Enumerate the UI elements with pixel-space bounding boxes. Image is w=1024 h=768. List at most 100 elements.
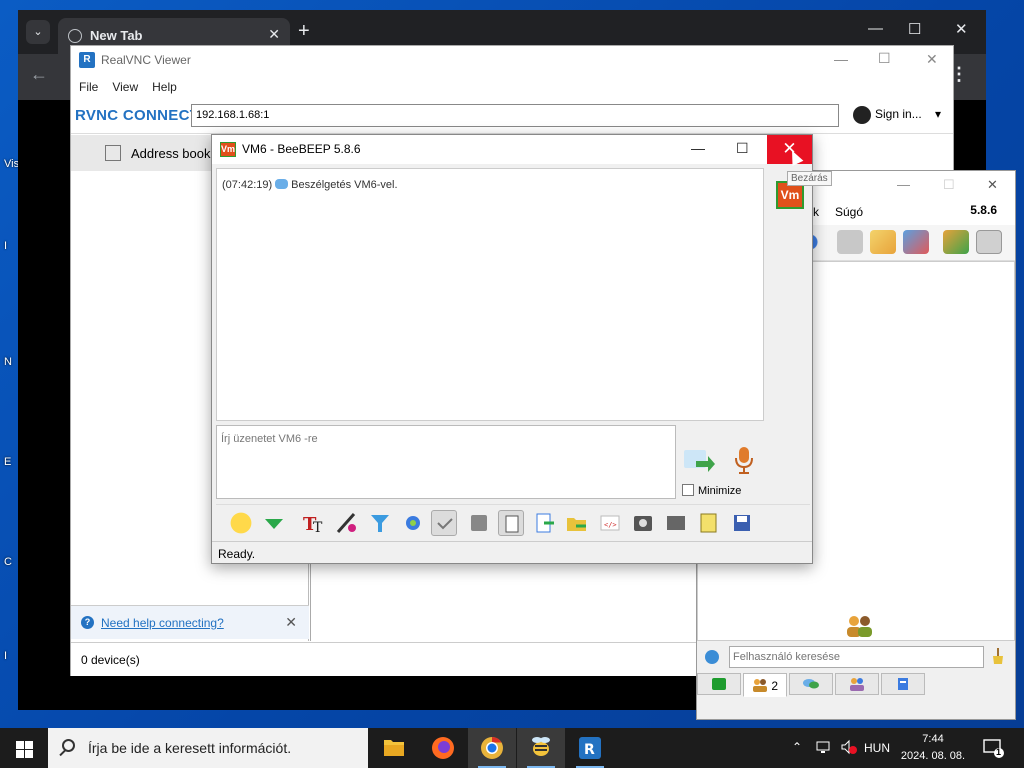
clock-date: 2024. 08. 08. (900, 750, 966, 762)
tools-icon[interactable] (903, 230, 929, 254)
minimize-checkbox[interactable] (682, 484, 694, 496)
vnc-address-bar: RVNC CONNECT 192.168.1.68:1 Sign in... ▾ (71, 98, 953, 134)
firefox-taskbar-icon[interactable] (419, 728, 467, 768)
taskbar-search-placeholder: Írja be ide a keresett információt. (88, 740, 292, 756)
send-icon[interactable] (682, 447, 716, 475)
tab-files[interactable] (881, 673, 925, 695)
beebeep-close-button[interactable]: ✕ (987, 177, 998, 193)
clock-time: 7:44 (922, 733, 944, 745)
users-count: 2 (771, 679, 779, 693)
menu-help[interactable]: Súgó (835, 205, 863, 219)
folder-icon[interactable] (837, 230, 863, 254)
save-chat-icon[interactable] (729, 510, 755, 536)
menu-help[interactable]: Help (152, 76, 177, 98)
user-search-input[interactable] (729, 646, 984, 668)
start-button[interactable] (0, 728, 48, 768)
file-explorer-taskbar-icon[interactable] (370, 728, 418, 768)
code-icon[interactable]: </> (597, 510, 623, 536)
chat-bubble-icon (275, 179, 289, 189)
address-book-label: Address book (131, 146, 211, 161)
browser-maximize-button[interactable]: ☐ (908, 20, 921, 38)
clear-chat-icon[interactable] (663, 510, 689, 536)
vnc-close-button[interactable]: ✕ (926, 51, 938, 68)
clear-search-icon[interactable] (991, 648, 1005, 664)
color-picker-icon[interactable] (334, 510, 360, 536)
desktop-icon-label[interactable]: I (4, 650, 7, 662)
check-toggle-icon[interactable] (431, 510, 457, 536)
tab-search-dropdown[interactable]: ⌄ (26, 20, 50, 44)
desktop-icon-label[interactable]: E (4, 456, 11, 468)
new-tab-button[interactable]: + (298, 21, 310, 41)
desktop-icon-label[interactable]: I (4, 240, 7, 252)
note-toggle-icon[interactable] (498, 510, 524, 536)
svg-text:T: T (313, 520, 323, 536)
beebeep-maximize-button[interactable]: ☐ (943, 177, 955, 193)
vnc-minimize-button[interactable]: — (834, 51, 848, 67)
tab-groups[interactable] (835, 673, 879, 695)
chat-maximize-button[interactable]: ☐ (736, 140, 749, 157)
vnc-address-input[interactable]: 192.168.1.68:1 (191, 104, 839, 127)
beebeep-minimize-button[interactable]: — (897, 177, 910, 192)
emoticon-icon[interactable] (228, 510, 254, 536)
notes-icon[interactable] (696, 510, 722, 536)
sign-in-button[interactable]: Sign in... ▾ (853, 106, 941, 124)
gear-icon[interactable] (705, 650, 719, 664)
vnc-menubar: File View Help (71, 76, 953, 98)
font-icon[interactable]: TT (301, 510, 327, 536)
realvnc-logo-icon: R (79, 52, 95, 68)
language-indicator[interactable]: HUN (864, 741, 890, 768)
minimize-checkbox-row[interactable]: Minimize (682, 483, 741, 497)
settings-gear-icon[interactable] (400, 510, 426, 536)
edit-icon[interactable] (870, 230, 896, 254)
beebeep-tabs: 2 (697, 671, 1015, 697)
tray-chevron-up-icon[interactable]: ⌃ (792, 740, 802, 768)
send-folder-icon[interactable] (564, 510, 590, 536)
chat-log: (07:42:19) Beszélgetés VM6-vel. (216, 168, 764, 421)
need-help-link[interactable]: Need help connecting? (101, 616, 224, 630)
help-close-button[interactable]: ✕ (285, 614, 297, 631)
svg-text:</>: </> (604, 521, 617, 529)
address-book-icon (105, 145, 121, 161)
network-icon[interactable] (816, 739, 832, 768)
desktop-icon-label[interactable]: C (4, 556, 12, 568)
desktop-icon-label[interactable]: N (4, 356, 12, 368)
tab-close-button[interactable]: ✕ (268, 26, 280, 43)
chrome-taskbar-icon[interactable] (468, 728, 516, 768)
version-label: 5.8.6 (970, 203, 997, 217)
microphone-icon[interactable] (732, 445, 756, 475)
beebeep-taskbar-icon[interactable] (517, 728, 565, 768)
tab-chats[interactable] (789, 673, 833, 695)
realvnc-taskbar-icon[interactable]: R (566, 728, 614, 768)
message-input[interactable]: Írj üzenetet VM6 -re (216, 425, 676, 499)
clock[interactable]: 7:44 2024. 08. 08. (896, 731, 970, 765)
tab-users[interactable]: 2 (743, 673, 787, 697)
taskbar-search[interactable]: Írja be ide a keresett információt. (48, 728, 368, 768)
chat-message: Beszélgetés VM6-vel. (291, 179, 398, 191)
chat-minimize-button[interactable]: — (691, 140, 705, 156)
menu-partial[interactable]: k (813, 205, 819, 219)
filter-icon[interactable] (367, 510, 393, 536)
update-icon[interactable] (943, 230, 969, 254)
back-button[interactable]: ← (30, 64, 48, 85)
browser-close-button[interactable]: ✕ (955, 20, 968, 38)
green-arrow-down-icon[interactable] (261, 510, 287, 536)
vnc-maximize-button[interactable]: ☐ (878, 50, 891, 67)
menu-view[interactable]: View (112, 76, 138, 98)
browser-minimize-button[interactable]: — (868, 20, 883, 37)
tab-home[interactable] (697, 673, 741, 695)
dictionary-icon[interactable] (466, 510, 492, 536)
device-count: 0 device(s) (81, 653, 140, 667)
desktop-icon-label[interactable]: Vis (4, 158, 19, 170)
vnc-connect-brand: RVNC CONNECT (75, 107, 200, 124)
volume-muted-icon[interactable] (840, 739, 858, 768)
chat-title-bar: Vm VM6 - BeeBEEP 5.8.6 — ☐ ✕ (212, 135, 812, 164)
user-search-row (697, 643, 1015, 671)
screenshot-icon[interactable] (630, 510, 656, 536)
notification-center-icon[interactable]: 1 (983, 738, 1005, 768)
chat-window-title: VM6 - BeeBEEP 5.8.6 (242, 142, 361, 156)
trash-icon[interactable] (976, 230, 1002, 254)
send-file-icon[interactable] (532, 510, 558, 536)
menu-file[interactable]: File (79, 76, 98, 98)
help-banner: ? Need help connecting? ✕ (71, 605, 309, 639)
beebeep-chat-window: Vm VM6 - BeeBEEP 5.8.6 — ☐ ✕ (07:42:19) B… (211, 134, 813, 564)
